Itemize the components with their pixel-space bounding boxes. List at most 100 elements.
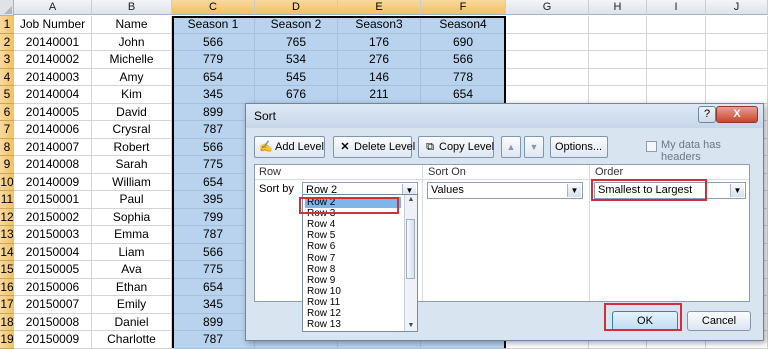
row-header-14[interactable]: 14 [0, 243, 14, 261]
row-option[interactable]: Row 7 [305, 253, 401, 264]
cell-i1[interactable] [647, 16, 706, 34]
cell-c12[interactable]: 799 [172, 208, 255, 226]
delete-level-button[interactable]: ✕ Delete Level [333, 136, 415, 158]
cell-f4[interactable]: 778 [421, 68, 506, 86]
cell-a1[interactable]: Job Number [14, 16, 92, 34]
scroll-up-icon[interactable]: ▲ [405, 195, 417, 205]
cell-f5[interactable]: 654 [421, 86, 506, 104]
cell-g2[interactable] [506, 33, 589, 51]
cell-c11[interactable]: 395 [172, 191, 255, 209]
cell-a18[interactable]: 20150008 [14, 313, 92, 331]
cell-c3[interactable]: 779 [172, 51, 255, 69]
cell-e1[interactable]: Season3 [338, 16, 421, 34]
cell-e3[interactable]: 276 [338, 51, 421, 69]
cell-a19[interactable]: 20150009 [14, 331, 92, 349]
chevron-down-icon[interactable]: ▼ [730, 184, 744, 197]
row-header-3[interactable]: 3 [0, 51, 14, 69]
cell-a2[interactable]: 20140001 [14, 33, 92, 51]
cell-b15[interactable]: Ava [92, 261, 172, 279]
cell-h3[interactable] [589, 51, 647, 69]
scroll-thumb[interactable] [406, 219, 415, 279]
chevron-down-icon[interactable]: ▼ [567, 184, 581, 197]
cell-b9[interactable]: Sarah [92, 156, 172, 174]
row-header-19[interactable]: 19 [0, 331, 14, 349]
cell-a3[interactable]: 20140002 [14, 51, 92, 69]
cell-c15[interactable]: 775 [172, 261, 255, 279]
sort-on-select[interactable]: Values ▼ [427, 182, 583, 199]
row-option[interactable]: Row 13 [305, 319, 401, 330]
order-select[interactable]: Smallest to Largest ▼ [594, 182, 746, 199]
cell-b1[interactable]: Name [92, 16, 172, 34]
cell-d1[interactable]: Season 2 [255, 16, 338, 34]
cell-a13[interactable]: 20150003 [14, 226, 92, 244]
row-header-16[interactable]: 16 [0, 278, 14, 296]
cell-b11[interactable]: Paul [92, 191, 172, 209]
cell-b5[interactable]: Kim [92, 86, 172, 104]
cell-f1[interactable]: Season4 [421, 16, 506, 34]
cell-i4[interactable] [647, 68, 706, 86]
column-header-a[interactable]: A [14, 0, 92, 15]
cell-b17[interactable]: Emily [92, 296, 172, 314]
cell-a7[interactable]: 20140006 [14, 121, 92, 139]
ok-button[interactable]: OK [612, 311, 678, 331]
cell-j5[interactable] [706, 86, 768, 104]
row-option[interactable]: Row 11 [305, 297, 401, 308]
cell-i5[interactable] [647, 86, 706, 104]
cell-a12[interactable]: 20150002 [14, 208, 92, 226]
cell-a4[interactable]: 20140003 [14, 68, 92, 86]
cell-h2[interactable] [589, 33, 647, 51]
cell-g4[interactable] [506, 68, 589, 86]
row-header-9[interactable]: 9 [0, 156, 14, 174]
scroll-down-icon[interactable]: ▼ [405, 321, 417, 331]
cell-e2[interactable]: 176 [338, 33, 421, 51]
cell-h4[interactable] [589, 68, 647, 86]
cell-a16[interactable]: 20150006 [14, 278, 92, 296]
cell-b18[interactable]: Daniel [92, 313, 172, 331]
column-header-b[interactable]: B [92, 0, 172, 15]
cell-b3[interactable]: Michelle [92, 51, 172, 69]
cell-g3[interactable] [506, 51, 589, 69]
cell-e5[interactable]: 211 [338, 86, 421, 104]
row-header-4[interactable]: 4 [0, 68, 14, 86]
cell-b4[interactable]: Amy [92, 68, 172, 86]
cell-c4[interactable]: 654 [172, 68, 255, 86]
row-option[interactable]: Row 5 [305, 230, 401, 241]
cell-d3[interactable]: 534 [255, 51, 338, 69]
column-header-f[interactable]: F [421, 0, 506, 15]
column-header-j[interactable]: J [706, 0, 768, 15]
cell-c17[interactable]: 345 [172, 296, 255, 314]
row-dropdown-list[interactable]: Row 2 Row 3 Row 4 Row 5 Row 6 Row 7 Row 8 Row 9… [302, 194, 418, 332]
add-level-button[interactable]: ✍ Add Level [254, 136, 325, 158]
cell-a8[interactable]: 20140007 [14, 138, 92, 156]
row-option[interactable]: Row 2 [305, 197, 401, 208]
cell-c7[interactable]: 787 [172, 121, 255, 139]
cell-c1[interactable]: Season 1 [172, 16, 255, 34]
cell-c10[interactable]: 654 [172, 173, 255, 191]
cell-b8[interactable]: Robert [92, 138, 172, 156]
help-button[interactable]: ? [698, 106, 716, 123]
row-header-13[interactable]: 13 [0, 226, 14, 244]
cell-b6[interactable]: David [92, 103, 172, 121]
cell-f2[interactable]: 690 [421, 33, 506, 51]
column-header-c[interactable]: C [172, 0, 255, 15]
row-header-6[interactable]: 6 [0, 103, 14, 121]
cell-e4[interactable]: 146 [338, 68, 421, 86]
row-header-17[interactable]: 17 [0, 296, 14, 314]
move-down-button[interactable]: ▼ [524, 136, 544, 158]
row-header-11[interactable]: 11 [0, 191, 14, 209]
cell-h5[interactable] [589, 86, 647, 104]
column-header-h[interactable]: H [589, 0, 647, 15]
cell-d5[interactable]: 676 [255, 86, 338, 104]
column-header-i[interactable]: I [647, 0, 706, 15]
cell-h1[interactable] [589, 16, 647, 34]
cell-c14[interactable]: 566 [172, 243, 255, 261]
row-option[interactable]: Row 4 [305, 219, 401, 230]
cell-a11[interactable]: 20150001 [14, 191, 92, 209]
cell-b7[interactable]: Crysral [92, 121, 172, 139]
row-option[interactable]: Row 10 [305, 286, 401, 297]
cell-b13[interactable]: Emma [92, 226, 172, 244]
cell-j4[interactable] [706, 68, 768, 86]
cell-c9[interactable]: 775 [172, 156, 255, 174]
cell-a10[interactable]: 20140009 [14, 173, 92, 191]
cell-b12[interactable]: Sophia [92, 208, 172, 226]
